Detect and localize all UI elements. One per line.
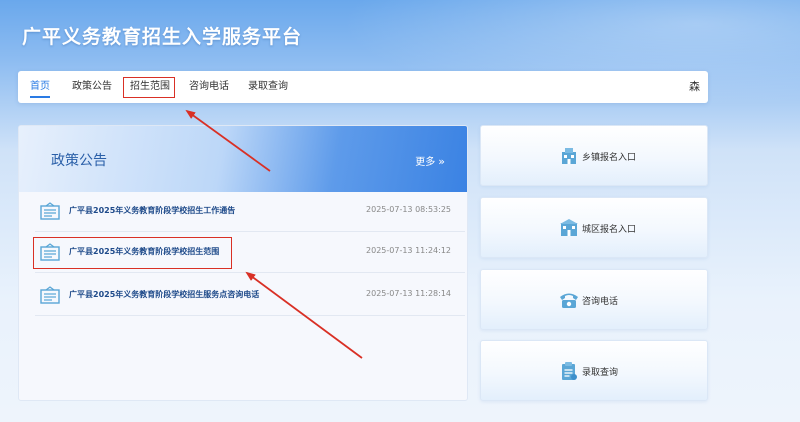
nav-enrollment-range[interactable]: 招生范围: [130, 71, 170, 103]
policy-row[interactable]: 广平县2025年义务教育阶段学校招生范围 2025-07-13 11:24:12: [35, 233, 465, 273]
clipboard-icon: [562, 362, 577, 380]
policy-row-title[interactable]: 广平县2025年义务教育阶段学校招生工作通告: [69, 205, 235, 216]
entry-label: 咨询电话: [582, 297, 619, 307]
hotline-entry[interactable]: 咨询电话: [480, 269, 708, 330]
notice-board-icon: [40, 286, 60, 304]
telephone-icon: [560, 293, 578, 308]
top-navbar: 首页 政策公告 招生范围 咨询电话 录取查询 森: [18, 71, 708, 103]
double-chevron-right-icon: »: [438, 155, 445, 168]
notice-board-icon: [40, 243, 60, 261]
policy-row[interactable]: 广平县2025年义务教育阶段学校招生工作通告 2025-07-13 08:53:…: [35, 192, 465, 232]
policy-panel: 政策公告 更多» 广平县2025年义务教育阶段学校招生工作通告 2025-07-…: [18, 125, 468, 401]
city-building-icon: [560, 219, 578, 236]
nav-home[interactable]: 首页: [30, 71, 50, 103]
policy-row-title[interactable]: 广平县2025年义务教育阶段学校招生范围: [69, 246, 219, 257]
policy-title: 政策公告: [51, 153, 107, 169]
nav-admission-query[interactable]: 录取查询: [248, 71, 288, 103]
nav-policy[interactable]: 政策公告: [72, 71, 112, 103]
policy-row-title[interactable]: 广平县2025年义务教育阶段学校招生服务点咨询电话: [69, 289, 259, 300]
more-label: 更多: [415, 157, 436, 168]
policy-header: 政策公告 更多»: [19, 126, 467, 192]
policy-row-date: 2025-07-13 11:28:14: [366, 289, 451, 298]
policy-row-date: 2025-07-13 08:53:25: [366, 205, 451, 214]
town-building-icon: [562, 148, 576, 164]
entry-label: 乡镇报名入口: [582, 153, 637, 163]
site-title: 广平义务教育招生入学服务平台: [22, 26, 303, 48]
town-registration-entry[interactable]: 乡镇报名入口: [480, 125, 708, 186]
nav-hotline[interactable]: 咨询电话: [189, 71, 229, 103]
city-registration-entry[interactable]: 城区报名入口: [480, 197, 708, 258]
user-name[interactable]: 森: [689, 71, 700, 103]
more-link[interactable]: 更多»: [415, 153, 445, 168]
entry-label: 录取查询: [582, 368, 619, 378]
admission-query-entry[interactable]: 录取查询: [480, 340, 708, 401]
notice-board-icon: [40, 202, 60, 220]
policy-row[interactable]: 广平县2025年义务教育阶段学校招生服务点咨询电话 2025-07-13 11:…: [35, 276, 465, 316]
entry-label: 城区报名入口: [582, 225, 637, 235]
policy-row-date: 2025-07-13 11:24:12: [366, 246, 451, 255]
